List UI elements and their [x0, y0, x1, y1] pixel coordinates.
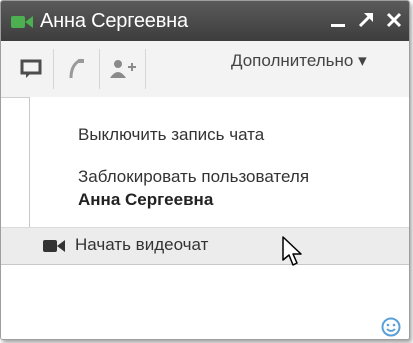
menu-item-disable-chat-history[interactable]: Выключить запись чата: [78, 125, 264, 145]
title-bar[interactable]: Анна Сергеевна: [1, 1, 409, 41]
phone-icon: [69, 58, 84, 79]
message-input[interactable]: [1, 264, 409, 339]
window-title: Анна Сергеевна: [40, 10, 188, 32]
video-camera-icon: [43, 240, 65, 252]
close-button[interactable]: [383, 7, 405, 33]
add-person-icon: [110, 60, 136, 78]
menu-item-block-user[interactable]: Заблокировать пользователя: [78, 167, 309, 187]
mouse-cursor-icon: [282, 236, 302, 266]
popout-button[interactable]: [355, 7, 377, 33]
video-camera-icon: [11, 16, 33, 28]
call-button[interactable]: [55, 49, 100, 89]
toolbar: Дополнительно ▾: [1, 41, 409, 98]
start-video-chat-label: Начать видеочат: [75, 235, 209, 254]
menu-item-block-user-name: Анна Сергеевна: [78, 190, 214, 209]
minimize-icon: [331, 24, 345, 27]
smiley-icon[interactable]: [381, 317, 401, 337]
close-icon: [386, 12, 402, 28]
add-person-button[interactable]: [101, 49, 146, 89]
more-menu-button[interactable]: Дополнительно ▾: [231, 51, 367, 71]
popout-arrow-icon: [358, 13, 373, 28]
menu-item-start-video-chat[interactable]: Начать видеочат: [1, 227, 409, 265]
chat-window: Анна Сергеевна Дополнительно ▾ Выключить…: [0, 0, 410, 340]
chat-bubble-icon: [20, 59, 42, 78]
chat-button[interactable]: [9, 49, 54, 89]
minimize-button[interactable]: [327, 7, 349, 33]
